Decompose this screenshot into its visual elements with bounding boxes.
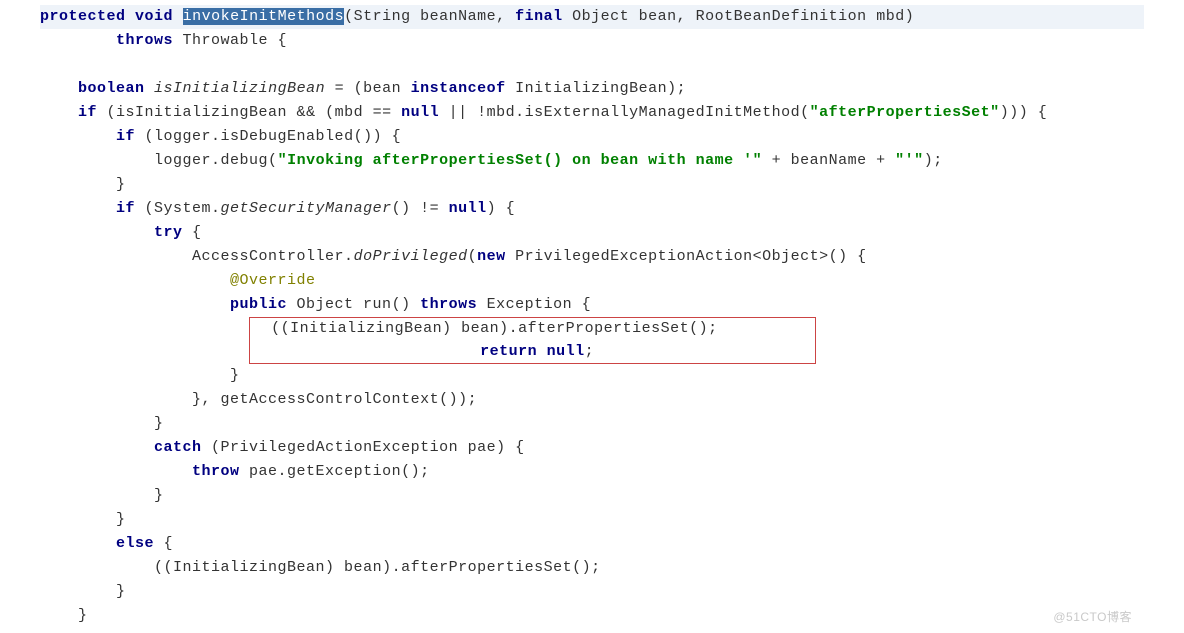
- code-text: (PrivilegedActionException pae) {: [202, 439, 525, 456]
- code-line: boolean isInitializingBean = (bean insta…: [40, 77, 1144, 101]
- code-text: pae.getException();: [240, 463, 430, 480]
- code-line: catch (PrivilegedActionException pae) {: [40, 436, 1144, 460]
- code-text: }, getAccessControlContext());: [192, 391, 477, 408]
- identifier: getSecurityManager: [221, 200, 392, 217]
- code-text: {: [154, 535, 173, 552]
- code-line: }: [40, 604, 1144, 628]
- code-text: (String beanName,: [344, 8, 515, 25]
- keyword: throws: [420, 296, 477, 313]
- code-text: Exception {: [477, 296, 591, 313]
- code-line: throws Throwable {: [40, 29, 1144, 53]
- code-line: protected void invokeInitMethods(String …: [40, 5, 1144, 29]
- code-text: }: [154, 487, 164, 504]
- code-line: logger.debug("Invoking afterPropertiesSe…: [40, 149, 1144, 173]
- code-text: ;: [585, 343, 595, 360]
- code-text: || !mbd.isExternallyManagedInitMethod(: [439, 104, 810, 121]
- code-line: @Override: [40, 269, 1144, 293]
- code-line: }: [40, 484, 1144, 508]
- code-text: Object bean, RootBeanDefinition mbd): [563, 8, 915, 25]
- keyword: public: [230, 296, 287, 313]
- annotation: @Override: [230, 272, 316, 289]
- code-text: }: [154, 415, 164, 432]
- keyword: return: [480, 343, 537, 360]
- code-text: ) {: [487, 200, 516, 217]
- keyword: instanceof: [411, 80, 506, 97]
- code-line: if (System.getSecurityManager() != null)…: [40, 197, 1144, 221]
- code-text: InitializingBean);: [506, 80, 687, 97]
- code-line: }: [40, 412, 1144, 436]
- keyword: boolean: [78, 80, 145, 97]
- code-text: [718, 320, 813, 337]
- code-line: public Object run() throws Exception {: [40, 293, 1144, 317]
- watermark: @51CTO博客: [1053, 608, 1132, 627]
- code-block: protected void invokeInitMethods(String …: [0, 0, 1144, 633]
- keyword: void: [135, 8, 173, 25]
- code-text: PrivilegedExceptionAction<Object>() {: [506, 248, 867, 265]
- code-text: = (bean: [325, 80, 411, 97]
- keyword: protected: [40, 8, 126, 25]
- identifier: isInitializingBean: [154, 80, 325, 97]
- code-line: else {: [40, 532, 1144, 556]
- keyword: final: [515, 8, 563, 25]
- code-line: if (isInitializingBean && (mbd == null |…: [40, 101, 1144, 125]
- code-line: }: [40, 364, 1144, 388]
- keyword: null: [547, 343, 585, 360]
- code-line: AccessController.doPrivileged(new Privil…: [40, 245, 1144, 269]
- code-line: }: [40, 173, 1144, 197]
- code-text: }: [116, 511, 126, 528]
- code-text: Object run(): [287, 296, 420, 313]
- code-text: (: [468, 248, 478, 265]
- keyword: if: [116, 200, 135, 217]
- keyword: null: [449, 200, 487, 217]
- keyword: else: [116, 535, 154, 552]
- keyword: catch: [154, 439, 202, 456]
- code-text: logger.debug(: [154, 152, 278, 169]
- method-name-highlight: invokeInitMethods: [183, 8, 345, 25]
- code-text: );: [924, 152, 943, 169]
- code-text: [537, 343, 547, 360]
- string: "Invoking afterPropertiesSet() on bean w…: [278, 152, 763, 169]
- code-line: }: [40, 508, 1144, 532]
- code-text: + beanName +: [762, 152, 895, 169]
- code-text: ((InitializingBean) bean).afterPropertie…: [271, 320, 718, 337]
- code-line: ((InitializingBean) bean).afterPropertie…: [40, 556, 1144, 580]
- keyword: if: [116, 128, 135, 145]
- string: "afterPropertiesSet": [810, 104, 1000, 121]
- code-line: }: [40, 580, 1144, 604]
- code-text: (isInitializingBean && (mbd ==: [97, 104, 401, 121]
- keyword: throw: [192, 463, 240, 480]
- identifier: doPrivileged: [354, 248, 468, 265]
- code-line: throw pae.getException();: [40, 460, 1144, 484]
- code-text: Throwable {: [173, 32, 287, 49]
- keyword: null: [401, 104, 439, 121]
- code-text: (System.: [135, 200, 221, 217]
- highlight-box: ((InitializingBean) bean).afterPropertie…: [249, 317, 816, 364]
- code-text: }: [78, 607, 88, 624]
- string: "'": [895, 152, 924, 169]
- code-text: ))) {: [1000, 104, 1048, 121]
- keyword: try: [154, 224, 183, 241]
- code-text: }: [230, 367, 240, 384]
- code-line: }, getAccessControlContext());: [40, 388, 1144, 412]
- blank-line: [40, 53, 1144, 77]
- code-line: try {: [40, 221, 1144, 245]
- code-text: () !=: [392, 200, 449, 217]
- code-text: AccessController.: [192, 248, 354, 265]
- code-text: (logger.isDebugEnabled()) {: [135, 128, 401, 145]
- keyword: throws: [116, 32, 173, 49]
- code-line: if (logger.isDebugEnabled()) {: [40, 125, 1144, 149]
- code-text: }: [116, 583, 126, 600]
- keyword: new: [477, 248, 506, 265]
- code-text: {: [183, 224, 202, 241]
- code-text: ((InitializingBean) bean).afterPropertie…: [154, 559, 601, 576]
- code-text: }: [116, 176, 126, 193]
- keyword: if: [78, 104, 97, 121]
- code-line: ((InitializingBean) bean).afterPropertie…: [40, 317, 1144, 364]
